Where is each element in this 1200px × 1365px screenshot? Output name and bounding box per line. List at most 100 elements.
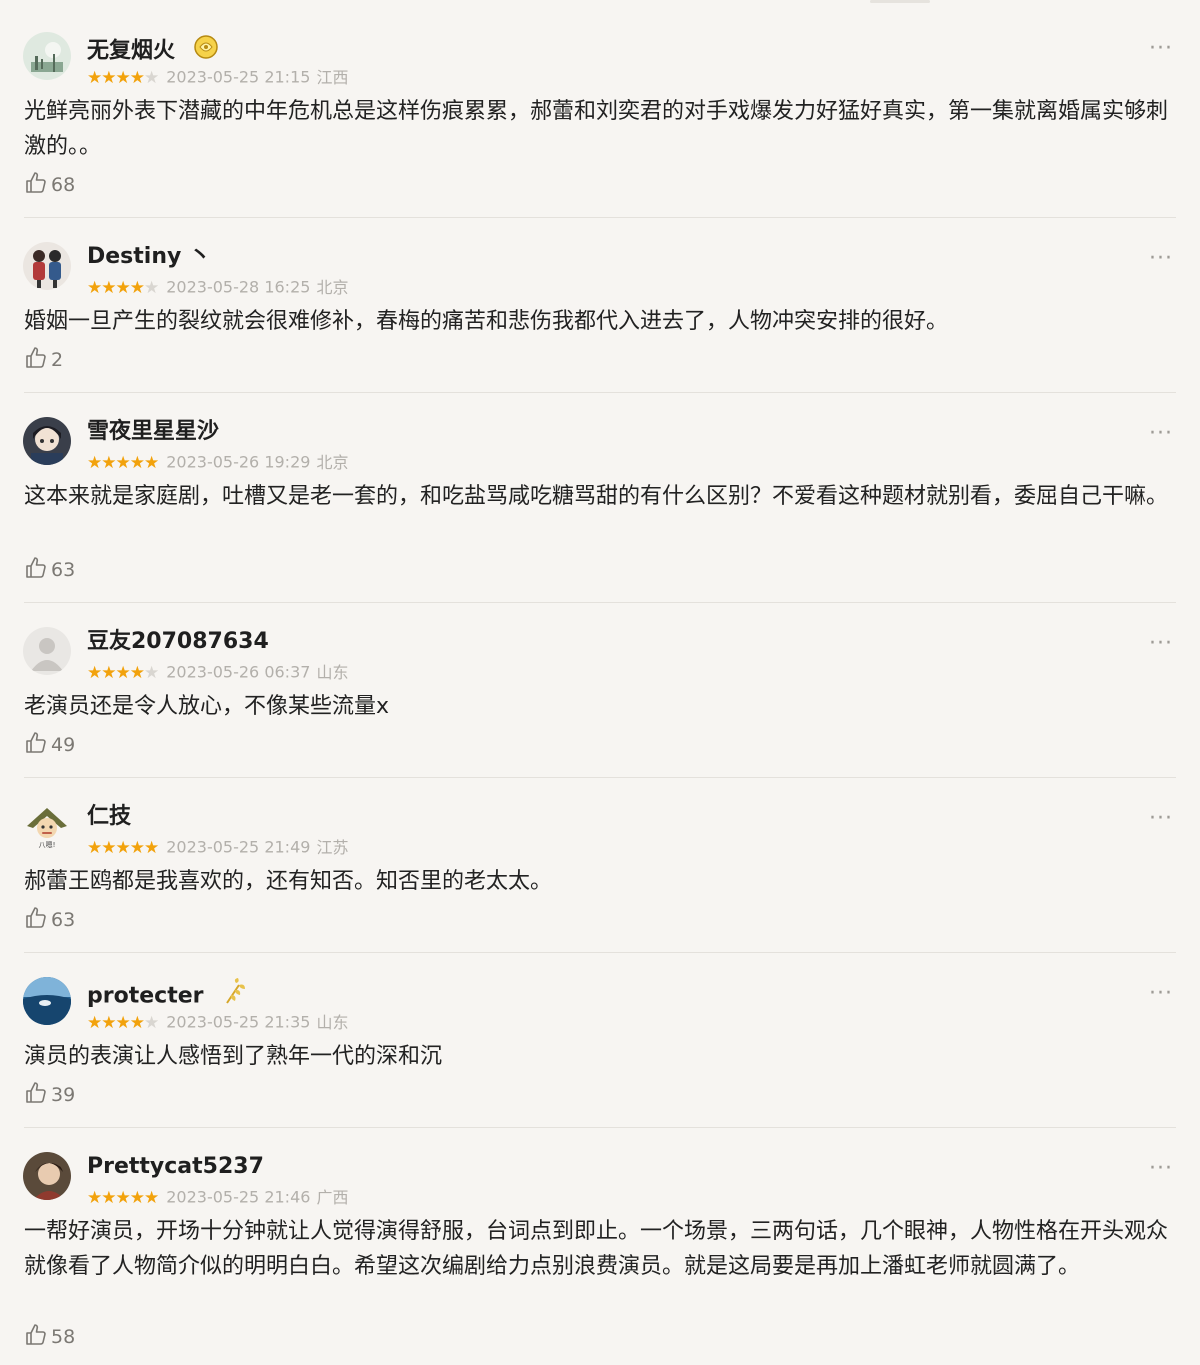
review-content: 一帮好演员，开场十分钟就让人觉得演得舒服，台词点到即止。一个场景，三两句话，几个…	[24, 1219, 1169, 1279]
review-item: Prettycat5237 ★★★★★ 2023-05-25 21:46 广西 ··…	[0, 1152, 1200, 1365]
review-content: 老演员还是令人放心，不像某些流量x	[24, 694, 390, 719]
thumbs-up-icon	[26, 1082, 46, 1103]
like-count: 68	[51, 174, 76, 196]
thumbs-up-icon	[26, 732, 46, 753]
review-time: 2023-05-26 19:29	[166, 452, 311, 472]
rating-stars: ★★★★★	[87, 67, 159, 89]
star-filled-icon: ★	[101, 67, 116, 88]
username[interactable]: protecter	[87, 977, 249, 1009]
username[interactable]: 无复烟火	[87, 32, 221, 64]
more-options-icon[interactable]: ···	[1146, 1158, 1176, 1182]
more-options-icon[interactable]: ···	[1146, 633, 1176, 657]
username[interactable]: 豆友207087634	[87, 627, 269, 657]
more-options-icon[interactable]: ···	[1146, 983, 1176, 1007]
avatar[interactable]	[23, 417, 71, 465]
rating-stars: ★★★★★	[87, 1187, 159, 1209]
review-meta: ★★★★★ 2023-05-25 21:15 江西	[87, 66, 348, 88]
review-time: 2023-05-25 21:35	[166, 1012, 311, 1032]
username[interactable]: Prettycat5237	[87, 1152, 264, 1182]
star-filled-icon: ★	[87, 1012, 102, 1033]
like-count: 63	[51, 559, 76, 581]
star-filled-icon: ★	[144, 837, 159, 858]
more-options-icon[interactable]: ···	[1146, 423, 1176, 447]
star-filled-icon: ★	[101, 1187, 116, 1208]
review-time: 2023-05-26 06:37	[166, 662, 311, 682]
like-button[interactable]: 39	[24, 1081, 75, 1107]
divider	[24, 1127, 1176, 1128]
star-filled-icon: ★	[129, 837, 145, 858]
username[interactable]: 仁技	[87, 802, 131, 832]
review-location: 北京	[316, 277, 349, 297]
star-filled-icon: ★	[101, 1012, 116, 1033]
more-options-icon[interactable]: ···	[1146, 248, 1176, 272]
divider	[24, 777, 1176, 778]
like-button[interactable]: 49	[24, 731, 75, 757]
review-item: 豆友207087634 ★★★★★ 2023-05-26 06:37 山东 ··· …	[0, 627, 1200, 778]
review-location: 广西	[316, 1187, 349, 1207]
review-item: 雪夜里星星沙 ★★★★★ 2023-05-26 19:29 北京 ··· 这本来就是…	[0, 417, 1200, 603]
review-meta: ★★★★★ 2023-05-25 21:35 山东	[87, 1011, 348, 1033]
review-item: protecter ★★★★★ 2023-05-25 21:35 山东 ··· 演员…	[0, 977, 1200, 1128]
thumbs-up-icon	[26, 557, 46, 578]
divider	[24, 602, 1176, 603]
review-content: 这本来就是家庭剧，吐槽又是老一套的，和吃盐骂咸吃糖骂甜的有什么区别？不爱看这种题…	[24, 484, 1169, 509]
rating-stars: ★★★★★	[87, 1012, 159, 1034]
like-button[interactable]: 63	[24, 556, 75, 582]
star-filled-icon: ★	[144, 452, 159, 473]
avatar[interactable]	[23, 1152, 71, 1200]
thumbs-up-icon	[26, 347, 46, 368]
like-count: 39	[51, 1084, 76, 1106]
review-item: Destiny 丶 ★★★★★ 2023-05-28 16:25 北京 ··· 婚姻…	[0, 242, 1200, 393]
like-button[interactable]: 58	[24, 1323, 75, 1349]
avatar[interactable]	[23, 32, 71, 80]
star-filled-icon: ★	[101, 837, 116, 858]
review-time: 2023-05-25 21:49	[166, 837, 311, 857]
star-empty-icon: ★	[144, 277, 159, 298]
star-filled-icon: ★	[87, 837, 102, 858]
avatar[interactable]	[23, 242, 71, 290]
more-options-icon[interactable]: ···	[1146, 38, 1176, 62]
rating-stars: ★★★★★	[87, 452, 159, 474]
review-time: 2023-05-28 16:25	[166, 277, 311, 297]
star-filled-icon: ★	[115, 277, 131, 298]
review-item: 无复烟火 ★★★★★ 2023-05-25 21:15 江西 ··· 光鲜亮丽外表下…	[0, 32, 1200, 218]
avatar[interactable]	[23, 627, 71, 675]
divider	[24, 392, 1176, 393]
star-filled-icon: ★	[129, 662, 145, 683]
like-button[interactable]: 63	[24, 906, 75, 932]
star-empty-icon: ★	[144, 67, 159, 88]
like-count: 63	[51, 909, 76, 931]
scroll-indicator	[870, 0, 930, 3]
thumbs-up-icon	[26, 1324, 46, 1345]
star-filled-icon: ★	[144, 1187, 159, 1208]
review-meta: ★★★★★ 2023-05-25 21:46 广西	[87, 1186, 348, 1208]
rating-stars: ★★★★★	[87, 277, 159, 299]
review-location: 北京	[316, 452, 349, 472]
like-button[interactable]: 2	[24, 346, 63, 372]
star-filled-icon: ★	[87, 452, 102, 473]
star-filled-icon: ★	[115, 662, 131, 683]
star-empty-icon: ★	[144, 662, 159, 683]
avatar[interactable]	[23, 977, 71, 1025]
thumbs-up-icon	[26, 907, 46, 928]
review-meta: ★★★★★ 2023-05-25 21:49 江苏	[87, 836, 348, 858]
star-filled-icon: ★	[87, 67, 102, 88]
review-location: 山东	[316, 662, 349, 682]
rating-stars: ★★★★★	[87, 837, 159, 859]
like-button[interactable]: 68	[24, 171, 75, 197]
review-content: 婚姻一旦产生的裂纹就会很难修补，春梅的痛苦和悲伤我都代入进去了，人物冲突安排的很…	[24, 309, 949, 334]
star-empty-icon: ★	[144, 1012, 159, 1033]
review-content: 演员的表演让人感悟到了熟年一代的深和沉	[24, 1044, 443, 1069]
review-meta: ★★★★★ 2023-05-26 06:37 山东	[87, 661, 348, 683]
review-content: 郝蕾王鸥都是我喜欢的，还有知否。知否里的老太太。	[24, 869, 553, 894]
star-filled-icon: ★	[101, 452, 116, 473]
star-filled-icon: ★	[87, 277, 102, 298]
avatar[interactable]: 八嗯!	[23, 802, 71, 850]
star-filled-icon: ★	[115, 837, 131, 858]
username[interactable]: 雪夜里星星沙	[87, 417, 219, 447]
more-options-icon[interactable]: ···	[1146, 808, 1176, 832]
star-filled-icon: ★	[129, 1187, 145, 1208]
star-filled-icon: ★	[129, 67, 145, 88]
username[interactable]: Destiny 丶	[87, 242, 211, 272]
review-time: 2023-05-25 21:15	[166, 67, 311, 87]
